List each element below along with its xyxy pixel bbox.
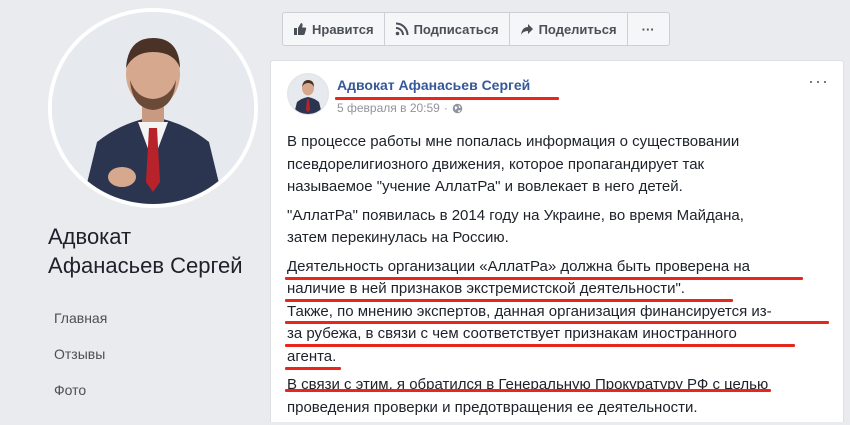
text-line: Деятельность организации «АллатРа» должн…	[287, 257, 751, 275]
text-line: называемое "учение АллатРа" и вовлекает …	[287, 178, 683, 195]
author-photo-icon	[288, 74, 328, 114]
text-line: агента.	[287, 347, 337, 365]
post-paragraph: В процессе работы мне попалась информаци…	[287, 131, 832, 199]
more-actions-button[interactable]: ···	[628, 13, 669, 45]
text-line: В процессе работы мне попалась информаци…	[287, 133, 740, 150]
page-title: Адвокат Афанасьев Сергей	[48, 222, 243, 280]
annotation-underline	[285, 321, 829, 324]
subscribe-label: Подписаться	[413, 21, 499, 37]
post-paragraph: Деятельность организации «АллатРа» должн…	[287, 256, 832, 369]
annotation-underline	[285, 299, 733, 302]
post-options-icon[interactable]: ···	[808, 71, 829, 92]
profile-photo-icon	[52, 12, 254, 204]
post-author-avatar[interactable]	[287, 73, 329, 115]
post-paragraph: В связи с этим, я обратился в Генеральну…	[287, 374, 832, 419]
post-paragraph: "АллатРа" появилась в 2014 году на Украи…	[287, 205, 832, 250]
page-title-line1: Адвокат	[48, 224, 132, 249]
text-line: Также, по мнению экспертов, данная орган…	[287, 302, 772, 320]
left-column: Адвокат Афанасьев Сергей Главная Отзывы …	[0, 0, 268, 421]
annotation-underline	[285, 344, 795, 347]
page-nav: Главная Отзывы Фото	[54, 300, 107, 408]
page-action-bar: Нравится Подписаться Поделиться ···	[282, 12, 670, 46]
annotation-underline	[285, 389, 771, 392]
nav-item-home[interactable]: Главная	[54, 300, 107, 336]
rss-icon	[395, 22, 409, 36]
dot-separator: ·	[443, 101, 448, 115]
nav-item-photos[interactable]: Фото	[54, 372, 107, 408]
globe-icon	[452, 103, 463, 113]
annotation-underline	[285, 367, 341, 370]
share-arrow-icon	[520, 24, 533, 35]
share-label: Поделиться	[538, 21, 617, 37]
text-line: псевдорелигиозного движения, которое про…	[287, 155, 705, 173]
text-line: затем перекинулась на Россию.	[287, 229, 509, 246]
post-author-link[interactable]: Адвокат Афанасьев Сергей	[337, 77, 530, 93]
profile-avatar[interactable]	[48, 8, 258, 208]
post-card: Адвокат Афанасьев Сергей 5 февраля в 20:…	[270, 60, 844, 422]
page-title-line2: Афанасьев Сергей	[48, 253, 243, 278]
like-button[interactable]: Нравится	[283, 13, 385, 45]
text-line: "АллатРа" появилась в 2014 году на Украи…	[287, 206, 744, 224]
subscribe-button[interactable]: Подписаться	[385, 13, 510, 45]
share-button[interactable]: Поделиться	[510, 13, 628, 45]
text-line: за рубежа, в связи с чем соответствует п…	[287, 325, 737, 342]
like-label: Нравится	[312, 21, 374, 37]
text-line: наличие в ней признаков экстремистской д…	[287, 280, 685, 297]
post-meta: 5 февраля в 20:59 ·	[337, 101, 463, 115]
annotation-underline	[285, 277, 803, 280]
text-line: проведения проверки и предотвращения ее …	[287, 398, 698, 416]
thumbs-up-icon	[294, 23, 307, 35]
more-actions-icon: ···	[641, 21, 655, 37]
post-date[interactable]: 5 февраля в 20:59	[337, 101, 440, 115]
annotation-underline	[335, 97, 559, 100]
nav-item-reviews[interactable]: Отзывы	[54, 336, 107, 372]
